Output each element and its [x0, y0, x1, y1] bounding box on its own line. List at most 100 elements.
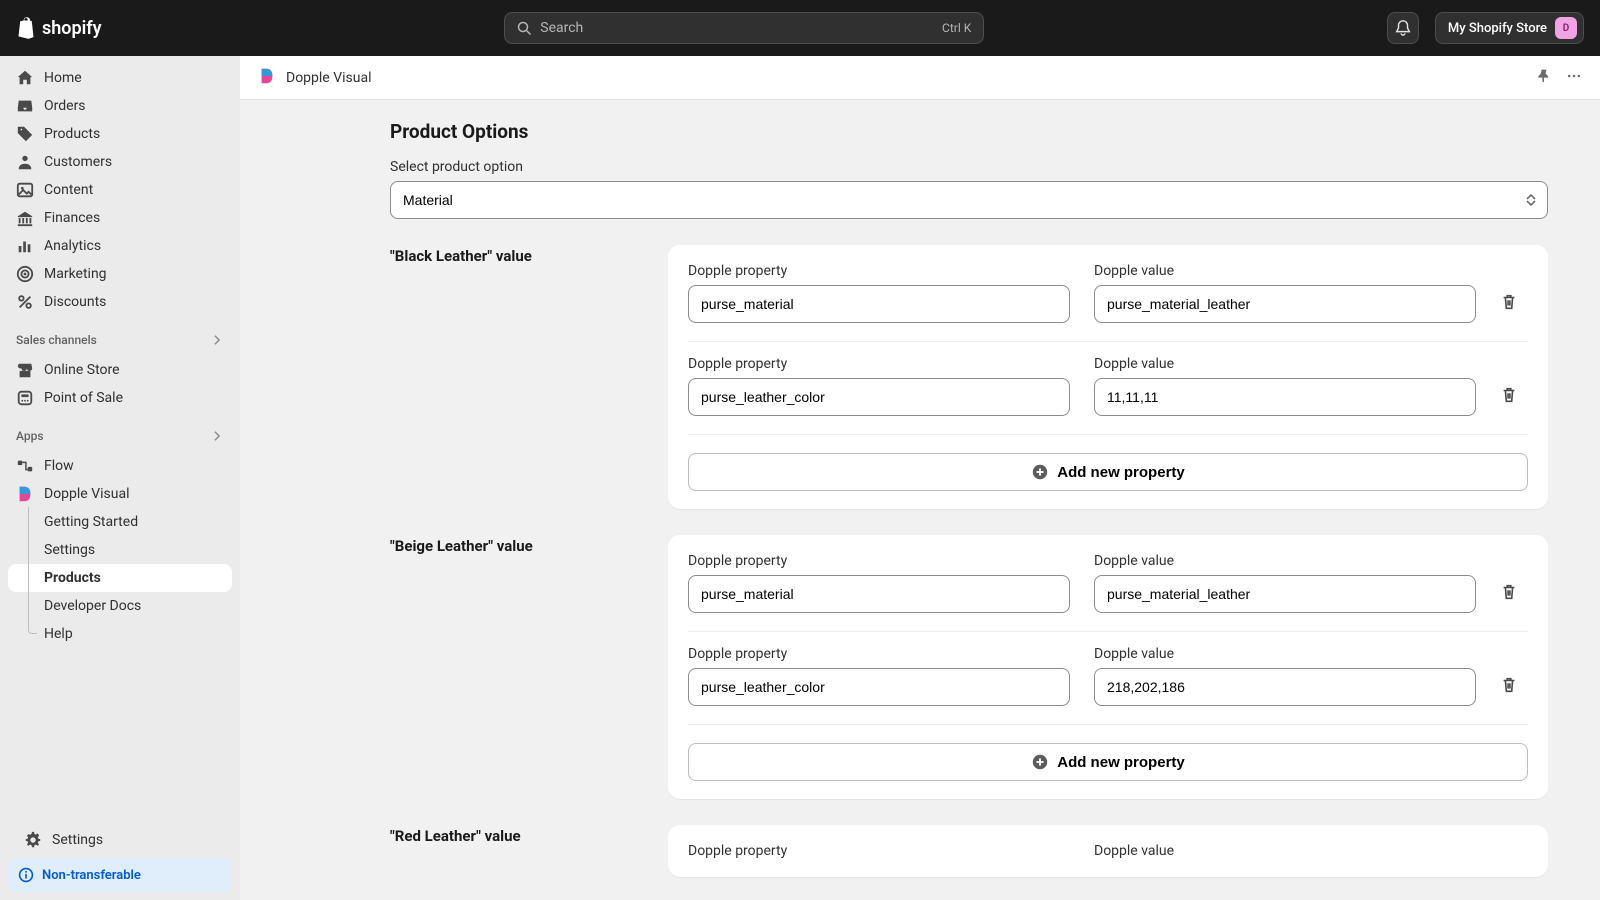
info-icon [18, 867, 34, 883]
notifications-button[interactable] [1387, 12, 1419, 44]
value-input[interactable] [1094, 285, 1476, 323]
add-button-label: Add new property [1057, 464, 1185, 481]
pin-icon [1536, 68, 1552, 84]
bank-icon [16, 209, 34, 227]
delete-button[interactable] [1500, 386, 1528, 416]
store-menu[interactable]: My Shopify Store D [1435, 12, 1584, 44]
sidebar-sub-help[interactable]: Help [8, 620, 232, 648]
value-input[interactable] [1094, 668, 1476, 706]
sidebar-item-settings[interactable]: Settings [16, 826, 224, 854]
gear-icon [24, 831, 42, 849]
app-title: Dopple Visual [286, 70, 371, 86]
delete-button[interactable] [1500, 676, 1528, 706]
home-icon [16, 69, 34, 87]
value-label: Dopple value [1094, 553, 1476, 569]
sidebar-item-label: Products [44, 570, 101, 586]
person-icon [16, 153, 34, 171]
sidebar-item-dopple-visual[interactable]: Dopple Visual [8, 480, 232, 508]
value-input[interactable] [1094, 378, 1476, 416]
property-label: Dopple property [688, 356, 1070, 372]
sidebar-item-label: Settings [44, 542, 95, 558]
dopple-icon [16, 485, 34, 503]
sidebar-item-label: Products [44, 126, 100, 142]
sidebar-section-apps[interactable]: Apps [8, 420, 232, 452]
flow-icon [16, 457, 34, 475]
property-input[interactable] [688, 668, 1070, 706]
sidebar-item-marketing[interactable]: Marketing [8, 260, 232, 288]
target-icon [16, 265, 34, 283]
tag-icon [16, 125, 34, 143]
sidebar-item-orders[interactable]: Orders [8, 92, 232, 120]
property-input[interactable] [688, 378, 1070, 416]
trash-icon [1500, 676, 1518, 694]
select-label: Select product option [390, 159, 1548, 175]
sidebar-item-content[interactable]: Content [8, 176, 232, 204]
value-block: "Black Leather" value Dopple property Do… [390, 245, 1548, 509]
value-label: Dopple value [1094, 356, 1476, 372]
sidebar-item-finances[interactable]: Finances [8, 204, 232, 232]
delete-button[interactable] [1500, 583, 1528, 613]
sidebar-item-home[interactable]: Home [8, 64, 232, 92]
sidebar-item-label: Finances [44, 210, 100, 226]
plus-circle-icon [1031, 753, 1049, 771]
sidebar-item-flow[interactable]: Flow [8, 452, 232, 480]
dopple-icon [258, 67, 276, 89]
add-property-button[interactable]: Add new property [688, 453, 1528, 491]
add-property-button[interactable]: Add new property [688, 743, 1528, 781]
sidebar-item-customers[interactable]: Customers [8, 148, 232, 176]
value-label: Dopple value [1094, 263, 1476, 279]
product-option-select[interactable]: Material [390, 181, 1548, 219]
property-input[interactable] [688, 285, 1070, 323]
value-card: Dopple property Dopple value [668, 825, 1548, 877]
value-input[interactable] [1094, 575, 1476, 613]
sidebar-item-label: Discounts [44, 294, 106, 310]
trash-icon [1500, 293, 1518, 311]
sidebar-item-analytics[interactable]: Analytics [8, 232, 232, 260]
property-row: Dopple property Dopple value [688, 553, 1528, 631]
sidebar-item-discounts[interactable]: Discounts [8, 288, 232, 316]
value-card: Dopple property Dopple value Dopple prop… [668, 535, 1548, 799]
sidebar-item-label: Help [44, 626, 73, 642]
value-card: Dopple property Dopple value Dopple prop… [668, 245, 1548, 509]
sidebar-item-label: Online Store [44, 362, 120, 378]
value-title: "Red Leather" value [390, 825, 648, 877]
content: Dopple Visual Product Options Select pro… [240, 56, 1600, 900]
value-label: Dopple value [1094, 843, 1476, 859]
brand-label: shopify [42, 18, 102, 39]
property-label: Dopple property [688, 553, 1070, 569]
sidebar-sub-getting-started[interactable]: Getting Started [8, 508, 232, 536]
non-transferable-badge[interactable]: Non-transferable [8, 858, 232, 892]
delete-button[interactable] [1500, 293, 1528, 323]
property-input[interactable] [688, 575, 1070, 613]
bell-icon [1394, 19, 1412, 37]
sidebar-sub-devdocs[interactable]: Developer Docs [8, 592, 232, 620]
sidebar-item-pos[interactable]: Point of Sale [8, 384, 232, 412]
sidebar-item-label: Analytics [44, 238, 101, 254]
sidebar-item-label: Settings [52, 832, 103, 848]
sidebar-item-products[interactable]: Products [8, 120, 232, 148]
sidebar-item-label: Developer Docs [44, 598, 141, 614]
more-button[interactable] [1566, 68, 1582, 88]
dots-icon [1566, 68, 1582, 84]
value-block: "Beige Leather" value Dopple property Do… [390, 535, 1548, 799]
sidebar-item-label: Point of Sale [44, 390, 123, 406]
sidebar-item-label: Dopple Visual [44, 486, 129, 502]
sidebar-item-label: Home [44, 70, 82, 86]
sidebar: Home Orders Products Customers Content F… [0, 56, 240, 900]
sidebar-item-label: Customers [44, 154, 112, 170]
value-block: "Red Leather" value Dopple property Dopp… [390, 825, 1548, 877]
sidebar-sub-settings[interactable]: Settings [8, 536, 232, 564]
search-input[interactable]: Search Ctrl K [504, 12, 984, 44]
property-row: Dopple property Dopple value [688, 341, 1528, 434]
sidebar-sub-products[interactable]: Products [8, 564, 232, 592]
sidebar-item-online-store[interactable]: Online Store [8, 356, 232, 384]
shopify-logo[interactable]: shopify [16, 17, 102, 39]
chevron-right-icon [210, 429, 224, 443]
image-icon [16, 181, 34, 199]
topbar: shopify Search Ctrl K My Shopify Store D [0, 0, 1600, 56]
badge-label: Non-transferable [42, 868, 141, 883]
percent-icon [16, 293, 34, 311]
pin-button[interactable] [1536, 68, 1552, 88]
inbox-icon [16, 97, 34, 115]
sidebar-section-channels[interactable]: Sales channels [8, 324, 232, 356]
